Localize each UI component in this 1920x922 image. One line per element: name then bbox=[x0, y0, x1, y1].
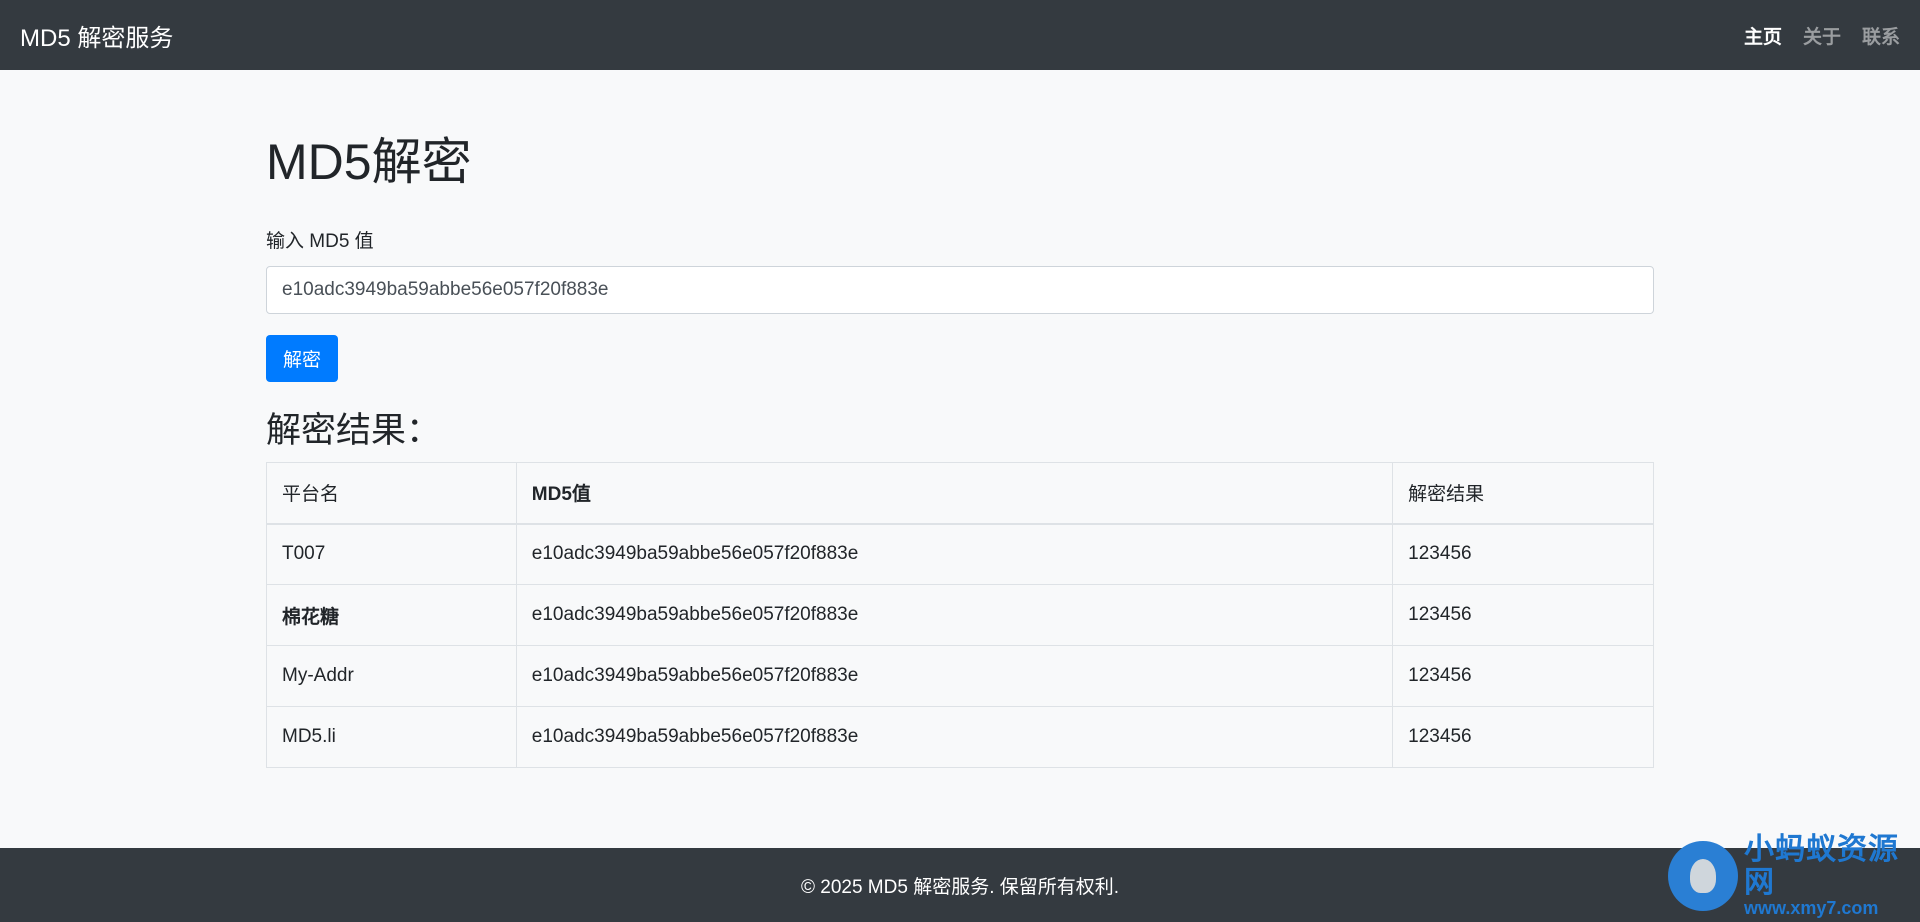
nav-link-contact[interactable]: 联系 bbox=[1862, 22, 1900, 49]
cell-result: 123456 bbox=[1392, 706, 1654, 768]
table-row: MD5.li e10adc3949ba59abbe56e057f20f883e … bbox=[266, 706, 1654, 768]
column-header-platform: 平台名 bbox=[266, 462, 517, 525]
decrypt-button[interactable]: 解密 bbox=[266, 335, 338, 382]
md5-input[interactable] bbox=[266, 266, 1654, 314]
table-row: My-Addr e10adc3949ba59abbe56e057f20f883e… bbox=[266, 645, 1654, 707]
main-content: MD5解密 输入 MD5 值 解密 解密结果： 平台名 MD5值 解密结果 T0… bbox=[266, 70, 1654, 768]
top-navbar: MD5 解密服务 主页 关于 联系 bbox=[0, 0, 1920, 70]
cell-result: 123456 bbox=[1392, 584, 1654, 646]
watermark-name: 小蚂蚁资源网 bbox=[1744, 833, 1899, 900]
cell-result: 123456 bbox=[1392, 645, 1654, 707]
result-table: 平台名 MD5值 解密结果 T007 e10adc3949ba59abbe56e… bbox=[266, 462, 1654, 768]
page-footer: © 2025 MD5 解密服务. 保留所有权利. bbox=[0, 848, 1920, 922]
result-heading: 解密结果： bbox=[266, 411, 442, 450]
cell-platform: MD5.li bbox=[266, 706, 517, 768]
table-row: T007 e10adc3949ba59abbe56e057f20f883e 12… bbox=[266, 523, 1654, 585]
footer-copyright: © 2025 MD5 解密服务. 保留所有权利. bbox=[800, 876, 1120, 898]
page-title: MD5解密 bbox=[266, 134, 472, 190]
column-header-md5: MD5值 bbox=[515, 462, 1394, 525]
cell-md5: e10adc3949ba59abbe56e057f20f883e bbox=[515, 584, 1394, 646]
watermark-url: www.xmy7.com bbox=[1744, 898, 1879, 919]
cell-md5: e10adc3949ba59abbe56e057f20f883e bbox=[515, 706, 1394, 768]
column-header-result: 解密结果 bbox=[1392, 462, 1654, 525]
nav-link-about[interactable]: 关于 bbox=[1803, 22, 1841, 49]
cell-md5: e10adc3949ba59abbe56e057f20f883e bbox=[515, 645, 1394, 707]
nav-link-home[interactable]: 主页 bbox=[1744, 22, 1782, 49]
md5-input-label: 输入 MD5 值 bbox=[266, 231, 374, 252]
cell-platform: T007 bbox=[266, 523, 517, 585]
brand-title[interactable]: MD5 解密服务 bbox=[20, 18, 173, 53]
watermark: 小蚂蚁资源网 www.xmy7.com bbox=[1668, 833, 1916, 919]
table-row: 棉花糖 e10adc3949ba59abbe56e057f20f883e 123… bbox=[266, 584, 1654, 646]
cell-result: 123456 bbox=[1392, 523, 1654, 585]
ant-logo-icon bbox=[1668, 841, 1738, 911]
nav-links: 主页 关于 联系 bbox=[1744, 22, 1900, 49]
table-header-row: 平台名 MD5值 解密结果 bbox=[266, 462, 1654, 525]
cell-platform: My-Addr bbox=[266, 645, 517, 707]
cell-md5: e10adc3949ba59abbe56e057f20f883e bbox=[515, 523, 1394, 585]
cell-platform: 棉花糖 bbox=[266, 584, 517, 646]
watermark-text: 小蚂蚁资源网 www.xmy7.com bbox=[1744, 833, 1916, 919]
